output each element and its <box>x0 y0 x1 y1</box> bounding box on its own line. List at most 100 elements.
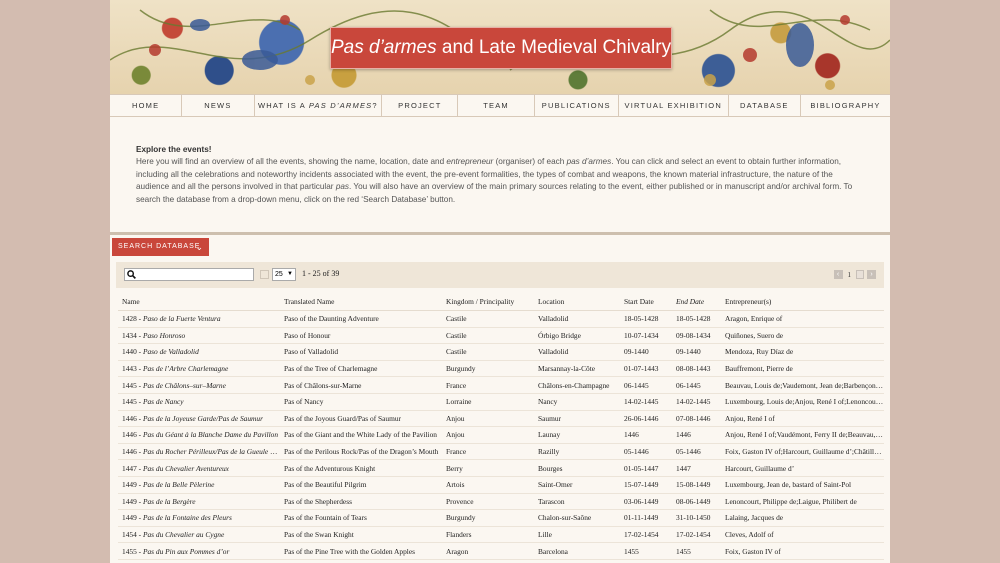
col-header-end[interactable]: End Date <box>672 292 721 311</box>
table-row[interactable]: 1449 - Pas de la Belle Pèlerine Pas of th… <box>118 476 884 494</box>
table-row[interactable]: 1445 - Pas de Nancy Pas of Nancy Lorraine N… <box>118 393 884 411</box>
cell-entrepreneur: Anjou, René I of <box>721 410 884 428</box>
cell-start-date: 01-07-1443 <box>620 360 672 378</box>
table-row[interactable]: 1449 - Pas de la Bergère Pas of the Sheph… <box>118 493 884 511</box>
cell-location: Valladolid <box>534 343 620 361</box>
cell-translated: Paso of Honour <box>280 327 442 345</box>
nav-what-is-pas-darmes[interactable]: WHAT IS A PAS D’ARMES? <box>255 95 383 116</box>
cell-translated: Paso of Valladolid <box>280 343 442 361</box>
cell-start-date: 10-07-1434 <box>620 327 672 345</box>
cell-name[interactable]: 1445 - Pas de Châlons–sur–Marne <box>118 376 280 394</box>
cell-start-date: 06-1445 <box>620 376 672 394</box>
cell-kingdom: Aragon <box>442 542 534 560</box>
cell-name[interactable]: 1443 - Pas de l’Arbre Charlemagne <box>118 360 280 378</box>
page-number[interactable]: 1 <box>846 271 854 279</box>
table-row[interactable]: 1434 - Paso Honroso Paso of Honour Castile… <box>118 327 884 345</box>
cell-location: Razilly <box>534 443 620 461</box>
nav-team[interactable]: TEAM <box>458 95 535 116</box>
prev-page-button[interactable]: ‹ <box>833 270 843 279</box>
cell-name[interactable]: 1449 - Pas de la Belle Pèlerine <box>118 476 280 494</box>
table-row[interactable]: 1440 - Paso de Valladolid Paso of Vallado… <box>118 343 884 361</box>
nav-project[interactable]: PROJECT <box>382 95 459 116</box>
cell-name[interactable]: 1434 - Paso Honroso <box>118 327 280 345</box>
table-row[interactable]: 1447 - Pas du Chevalier Aventureux Pas of… <box>118 459 884 477</box>
print-icon[interactable] <box>260 270 269 279</box>
col-header-translated[interactable]: Translated Name <box>280 292 442 311</box>
cell-translated: Pas of Châlons-sur-Marne <box>280 376 442 394</box>
table-toolbar: 25 ▼ 1 - 25 of 39 ‹ 1 › <box>116 262 884 288</box>
cell-end-date: 14-02-1445 <box>672 393 721 411</box>
search-database-button[interactable]: SEARCH DATABASE ⌄ <box>112 238 209 256</box>
cell-location: Valladolid <box>534 310 620 328</box>
cell-location: Châlons-en-Champagne <box>534 376 620 394</box>
main-nav: HOME NEWS WHAT IS A PAS D’ARMES? PROJECT… <box>110 94 890 117</box>
intro-heading: Explore the events! <box>136 145 212 154</box>
cell-start-date: 01-11-1449 <box>620 509 672 527</box>
next-page-button[interactable]: › <box>867 270 876 279</box>
cell-start-date: 18-05-1428 <box>620 310 672 328</box>
cell-name[interactable]: 1454 - Pas du Chevalier au Cygne <box>118 526 280 544</box>
cell-end-date: 08-08-1443 <box>672 360 721 378</box>
col-header-name[interactable]: Name <box>118 292 280 311</box>
table-row[interactable]: 1449 - Pas de la Fontaine des Pleurs Pas … <box>118 509 884 527</box>
cell-location: Nancy <box>534 393 620 411</box>
chevron-down-icon: ⌄ <box>195 242 204 252</box>
search-input[interactable] <box>138 269 252 280</box>
intro-paragraph: Here you will find an overview of all th… <box>136 157 853 204</box>
cell-start-date: 01-05-1447 <box>620 459 672 477</box>
col-header-kingdom[interactable]: Kingdom / Principality <box>442 292 534 311</box>
cell-end-date: 1446 <box>672 426 721 444</box>
cell-entrepreneur: Quiñones, Suero de <box>721 327 884 345</box>
cell-name[interactable]: 1447 - Pas du Chevalier Aventureux <box>118 459 280 477</box>
cell-entrepreneur: Mendoza, Ruy Díaz de <box>721 343 884 361</box>
cell-start-date: 09-1440 <box>620 343 672 361</box>
table-row[interactable]: 1446 - Pas du Géant à la Blanche Dame du… <box>118 426 884 444</box>
nav-publications[interactable]: PUBLICATIONS <box>535 95 619 116</box>
table-row[interactable]: 1455 - Pas du Pin aux Pommes d’or Pas of … <box>118 542 884 560</box>
nav-home[interactable]: HOME <box>110 95 183 116</box>
cell-location: Lille <box>534 526 620 544</box>
nav-virtual-exhibition[interactable]: VIRTUAL EXHIBITION <box>619 95 729 116</box>
cell-location: Bourges <box>534 459 620 477</box>
page-size-select[interactable]: 25 ▼ <box>272 268 296 281</box>
table-row[interactable]: 1445 - Pas de Châlons–sur–Marne Pas of Ch… <box>118 376 884 394</box>
table-row[interactable]: 1428 - Paso de la Fuerte Ventura Paso of … <box>118 310 884 328</box>
cell-name[interactable]: 1455 - Pas du Pin aux Pommes d’or <box>118 542 280 560</box>
nav-news[interactable]: NEWS <box>182 95 255 116</box>
cell-kingdom: Lorraine <box>442 393 534 411</box>
cell-name[interactable]: 1449 - Pas de la Bergère <box>118 493 280 511</box>
cell-name[interactable]: 1446 - Pas du Géant à la Blanche Dame du… <box>118 426 280 444</box>
cell-end-date: 31-10-1450 <box>672 509 721 527</box>
banner-illumination: Pas d’armes and Late Medieval Chivalry <box>110 0 890 94</box>
table-row[interactable]: 1446 - Pas de la Joyeuse Garde/Pas de Sa… <box>118 410 884 428</box>
cell-entrepreneur: Aragon, Enrique of <box>721 310 884 328</box>
cell-kingdom: Provence <box>442 493 534 511</box>
cell-name[interactable]: 1449 - Pas de la Fontaine des Pleurs <box>118 509 280 527</box>
cell-kingdom: France <box>442 376 534 394</box>
cell-end-date: 17-02-1454 <box>672 526 721 544</box>
cell-end-date: 09-1440 <box>672 343 721 361</box>
cell-name[interactable]: 1440 - Paso de Valladolid <box>118 343 280 361</box>
table-row[interactable]: 1446 - Pas du Rocher Périlleux/Pas de la… <box>118 443 884 461</box>
cell-entrepreneur: Beauvau, Louis de;Vaudemont, Jean de;Bar… <box>721 376 884 394</box>
col-header-location[interactable]: Location <box>534 292 620 311</box>
cell-location: Saumur <box>534 410 620 428</box>
table-row[interactable]: 1443 - Pas de l’Arbre Charlemagne Pas of … <box>118 360 884 378</box>
table-row[interactable]: 1454 - Pas du Chevalier au Cygne Pas of t… <box>118 526 884 544</box>
col-header-entrepreneur[interactable]: Entrepreneur(s) <box>721 292 884 311</box>
page-indicator[interactable] <box>856 270 864 279</box>
cell-translated: Pas of the Shepherdess <box>280 493 442 511</box>
cell-name[interactable]: 1428 - Paso de la Fuerte Ventura <box>118 310 280 328</box>
cell-entrepreneur: Cleves, Adolf of <box>721 526 884 544</box>
cell-entrepreneur: Luxembourg, Jean de, bastard of Saint-Po… <box>721 476 884 494</box>
cell-name[interactable]: 1446 - Pas du Rocher Périlleux/Pas de la… <box>118 443 280 461</box>
site-title[interactable]: Pas d’armes and Late Medieval Chivalry <box>330 27 672 69</box>
table-search <box>124 268 254 281</box>
nav-bibliography[interactable]: BIBLIOGRAPHY <box>801 95 890 116</box>
cell-kingdom: Castile <box>442 310 534 328</box>
cell-name[interactable]: 1445 - Pas de Nancy <box>118 393 280 411</box>
cell-name[interactable]: 1446 - Pas de la Joyeuse Garde/Pas de Sa… <box>118 410 280 428</box>
col-header-start[interactable]: Start Date <box>620 292 672 311</box>
cell-location: Tarascon <box>534 493 620 511</box>
nav-database[interactable]: DATABASE <box>729 95 801 116</box>
